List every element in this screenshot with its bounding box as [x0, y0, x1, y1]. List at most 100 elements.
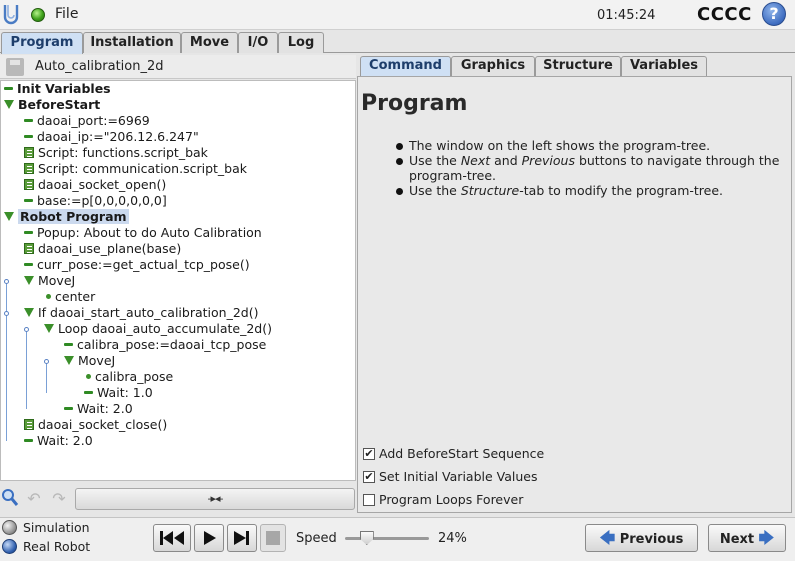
tree-tri-icon: [64, 356, 74, 365]
tree-node[interactable]: Wait: 2.0: [24, 433, 93, 449]
real-robot-radio-icon[interactable]: [2, 539, 17, 554]
play-button[interactable]: [194, 524, 224, 552]
tree-dash-icon: [24, 263, 33, 266]
step-button[interactable]: [227, 524, 257, 552]
main-tabs: Program Installation Move I/O Log: [0, 32, 795, 54]
tree-node-label: center: [55, 289, 96, 304]
tab-move[interactable]: Move: [181, 32, 238, 53]
tree-node[interactable]: Loop daoai_auto_accumulate_2d(): [44, 321, 272, 337]
tree-node[interactable]: Popup: About to do Auto Calibration: [24, 225, 262, 241]
save-disk-icon[interactable]: [6, 58, 24, 76]
redo-icon[interactable]: ↷: [48, 489, 70, 509]
tab-graphics[interactable]: Graphics: [451, 56, 535, 76]
tab-variables[interactable]: Variables: [621, 56, 707, 76]
clock: 01:45:24: [597, 8, 656, 23]
ur-logo-icon: [3, 5, 19, 25]
help-bullet: The window on the left shows the program…: [396, 138, 786, 153]
tab-command[interactable]: Command: [360, 56, 451, 76]
tab-installation[interactable]: Installation: [83, 32, 181, 53]
tree-dash-icon: [24, 199, 33, 202]
skip-to-start-button[interactable]: [153, 524, 191, 552]
tree-node-label: Robot Program: [18, 209, 129, 224]
tree-tri-icon: [4, 212, 14, 221]
tree-node-label: Init Variables: [17, 81, 111, 96]
speed-label: Speed: [296, 531, 337, 546]
previous-label: Previous: [619, 532, 684, 547]
tree-node[interactable]: Script: communication.script_bak: [24, 161, 247, 177]
help-icon[interactable]: ?: [762, 2, 786, 26]
top-bar: File 01:45:24 CCCC ?: [0, 0, 795, 30]
tree-script-icon: [24, 419, 34, 430]
tree-node-label: Wait: 2.0: [37, 433, 93, 448]
play-icon: [204, 531, 216, 545]
tree-dash-icon: [84, 391, 93, 394]
tab-structure[interactable]: Structure: [535, 56, 621, 76]
tree-node-label: Wait: 2.0: [77, 401, 133, 416]
tree-node[interactable]: daoai_port:=6969: [24, 113, 150, 129]
tree-node[interactable]: calibra_pose:=daoai_tcp_pose: [64, 337, 266, 353]
tree-node-label: calibra_pose:=daoai_tcp_pose: [77, 337, 267, 352]
tree-node[interactable]: Script: functions.script_bak: [24, 145, 208, 161]
speed-value: 24%: [438, 531, 467, 546]
undo-icon[interactable]: ↶: [23, 489, 45, 509]
tree-node[interactable]: curr_pose:=get_actual_tcp_pose(): [24, 257, 250, 273]
tree-node[interactable]: MoveJ: [64, 353, 115, 369]
checkbox-box[interactable]: ✔: [363, 470, 375, 483]
tree-node[interactable]: center: [44, 289, 95, 305]
checkbox-box[interactable]: [363, 493, 375, 506]
tree-node[interactable]: MoveJ: [24, 273, 75, 289]
search-icon[interactable]: [1, 488, 19, 508]
tree-node[interactable]: calibra_pose: [84, 369, 173, 385]
stop-icon: [266, 531, 280, 545]
program-tree[interactable]: Init Variables BeforeStart daoai_port:=696…: [0, 80, 356, 481]
previous-button[interactable]: 🡄 Previous: [585, 524, 698, 552]
tree-node-label: Script: communication.script_bak: [38, 161, 247, 176]
tree-node[interactable]: daoai_socket_close(): [24, 417, 167, 433]
loops-forever-checkbox[interactable]: Program Loops Forever: [363, 492, 523, 508]
tree-script-icon: [24, 163, 34, 174]
tree-node[interactable]: base:=p[0,0,0,0,0,0]: [24, 193, 167, 209]
tree-script-icon: [24, 243, 34, 254]
tree-node[interactable]: If daoai_start_auto_calibration_2d(): [24, 305, 258, 321]
file-menu[interactable]: File: [55, 6, 78, 22]
tree-node[interactable]: BeforeStart: [4, 97, 100, 113]
tab-log[interactable]: Log: [278, 32, 324, 53]
tree-node[interactable]: daoai_ip:="206.12.6.247": [24, 129, 199, 145]
speed-slider-track[interactable]: [345, 537, 429, 540]
bullet-text: Use the: [409, 153, 461, 168]
tree-node-label: BeforeStart: [18, 97, 101, 112]
checkbox-label: Add BeforeStart Sequence: [379, 446, 545, 461]
tab-program[interactable]: Program: [1, 32, 83, 54]
speed-slider-thumb[interactable]: [359, 531, 374, 545]
bullet-emphasis: Next: [460, 153, 491, 168]
tab-io[interactable]: I/O: [238, 32, 278, 53]
tree-toolbar: ↶ ↷ -▸◂-: [0, 486, 356, 512]
set-initial-values-checkbox[interactable]: ✔ Set Initial Variable Values: [363, 469, 537, 485]
tree-guide-line: [6, 313, 7, 441]
tree-node-label: Loop daoai_auto_accumulate_2d(): [58, 321, 272, 336]
tree-node[interactable]: Robot Program: [4, 209, 129, 225]
next-button[interactable]: Next 🡆: [708, 524, 786, 552]
robot-status-icon[interactable]: [31, 8, 45, 22]
tree-node[interactable]: daoai_socket_open(): [24, 177, 166, 193]
tree-node-label: MoveJ: [78, 353, 116, 368]
simulation-option[interactable]: Simulation: [2, 519, 90, 537]
tree-node[interactable]: Wait: 1.0: [84, 385, 153, 401]
simulation-radio-icon[interactable]: [2, 520, 17, 535]
real-robot-option[interactable]: Real Robot: [2, 538, 90, 556]
add-beforestart-checkbox[interactable]: ✔ Add BeforeStart Sequence: [363, 446, 544, 462]
tree-script-icon: [24, 179, 34, 190]
tree-node[interactable]: Wait: 2.0: [64, 401, 133, 417]
tree-node-label: daoai_ip:="206.12.6.247": [37, 129, 199, 144]
bullet-emphasis: Previous: [521, 153, 575, 168]
stop-button[interactable]: [260, 524, 286, 552]
tree-guide-line: [26, 329, 27, 409]
checkbox-box[interactable]: ✔: [363, 447, 375, 460]
tree-guide-line: [46, 361, 47, 393]
collapse-tree-button[interactable]: -▸◂-: [75, 488, 355, 510]
command-title: Program: [361, 91, 468, 116]
tree-node[interactable]: Init Variables: [4, 81, 111, 97]
tree-node[interactable]: daoai_use_plane(base): [24, 241, 181, 257]
tree-tri-icon: [24, 276, 34, 285]
tree-node-label: Wait: 1.0: [97, 385, 153, 400]
